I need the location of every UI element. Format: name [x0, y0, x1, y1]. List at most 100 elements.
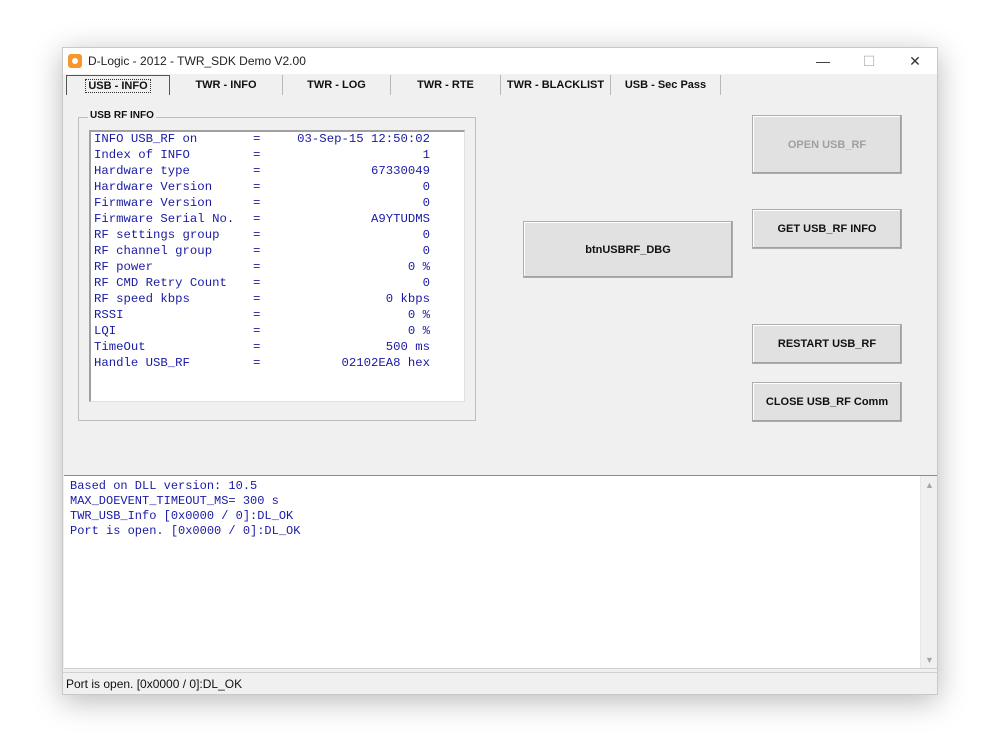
info-label: Hardware Version	[94, 180, 213, 194]
minimize-button[interactable]: —	[800, 48, 846, 74]
status-bar: Port is open. [0x0000 / 0]:DL_OK	[63, 672, 937, 694]
info-label: TimeOut	[94, 340, 146, 354]
info-equals: =	[253, 212, 261, 226]
log-line: Based on DLL version: 10.5	[70, 479, 258, 493]
info-equals: =	[253, 308, 261, 322]
info-value: 0	[422, 196, 430, 210]
status-text: Port is open. [0x0000 / 0]:DL_OK	[66, 677, 243, 691]
tab-label: TWR - BLACKLIST	[506, 79, 605, 91]
info-value: 0	[422, 276, 430, 290]
info-equals: =	[253, 260, 261, 274]
tab-twr-info[interactable]: TWR - INFO	[170, 75, 283, 95]
info-equals: =	[253, 148, 261, 162]
info-row: RSSI = 0 %	[94, 308, 430, 324]
info-row: Index of INFO = 1	[94, 148, 430, 164]
info-label: RF speed kbps	[94, 292, 190, 306]
log-scrollbar[interactable]: ▲ ▼	[920, 476, 937, 668]
info-label: RF channel group	[94, 244, 213, 258]
close-usb-rf-comm-button[interactable]: CLOSE USB_RF Comm	[752, 382, 902, 422]
info-value: 0	[422, 228, 430, 242]
info-equals: =	[253, 132, 261, 146]
info-row: Handle USB_RF = 02102EA8 hex	[94, 356, 430, 372]
info-row: Hardware Version = 0	[94, 180, 430, 196]
info-equals: =	[253, 324, 261, 338]
scroll-down-icon[interactable]: ▼	[921, 651, 938, 668]
tab-twr-log[interactable]: TWR - LOG	[283, 75, 391, 95]
info-equals: =	[253, 340, 261, 354]
info-row: LQI = 0 %	[94, 324, 430, 340]
window-title: D-Logic - 2012 - TWR_SDK Demo V2.00	[88, 54, 306, 68]
tab-label: USB - INFO	[85, 78, 151, 93]
tab-usb-info[interactable]: USB - INFO	[66, 75, 170, 95]
info-value: 500 ms	[385, 340, 430, 354]
log-line: TWR_USB_Info [0x0000 / 0]:DL_OK	[70, 509, 294, 523]
info-row: Firmware Serial No. = A9YTUDMS	[94, 212, 430, 228]
tab-twr-blacklist[interactable]: TWR - BLACKLIST	[501, 75, 611, 95]
info-equals: =	[253, 180, 261, 194]
close-icon: ✕	[909, 52, 921, 69]
info-equals: =	[253, 196, 261, 210]
info-row: Hardware type = 67330049	[94, 164, 430, 180]
tab-label: TWR - LOG	[307, 79, 366, 91]
info-equals: =	[253, 244, 261, 258]
info-row: TimeOut = 500 ms	[94, 340, 430, 356]
info-value: 03-Sep-15 12:50:02	[297, 132, 430, 146]
info-label: RSSI	[94, 308, 124, 322]
log-line: MAX_DOEVENT_TIMEOUT_MS= 300 s	[70, 494, 279, 508]
info-value: 1	[422, 148, 430, 162]
info-label: LQI	[94, 324, 117, 338]
tab-label: USB - Sec Pass	[624, 79, 707, 91]
app-window: D-Logic - 2012 - TWR_SDK Demo V2.00 — ☐ …	[62, 47, 938, 695]
info-equals: =	[253, 228, 261, 242]
info-value: 02102EA8 hex	[341, 356, 430, 370]
info-value: 0	[422, 180, 430, 194]
log-line: Port is open. [0x0000 / 0]:DL_OK	[70, 524, 301, 538]
info-label: Index of INFO	[94, 148, 190, 162]
info-label: INFO USB_RF on	[94, 132, 198, 146]
maximize-button[interactable]: ☐	[846, 48, 892, 74]
info-value: 0 %	[407, 324, 430, 338]
info-label: Firmware Version	[94, 196, 213, 210]
log-textbox[interactable]: Based on DLL version: 10.5 MAX_DOEVENT_T…	[64, 475, 937, 669]
open-usb-rf-button[interactable]: OPEN USB_RF	[752, 115, 902, 174]
minimize-icon: —	[816, 53, 830, 69]
info-row: RF power = 0 %	[94, 260, 430, 276]
info-label: Hardware type	[94, 164, 190, 178]
info-row: INFO USB_RF on = 03-Sep-15 12:50:02	[94, 132, 430, 148]
info-equals: =	[253, 164, 261, 178]
maximize-icon: ☐	[862, 52, 876, 69]
scroll-up-icon[interactable]: ▲	[921, 476, 938, 493]
info-value: 0 kbps	[385, 292, 430, 306]
info-value: A9YTUDMS	[370, 212, 430, 226]
info-row: RF CMD Retry Count = 0	[94, 276, 430, 292]
tab-label: TWR - RTE	[417, 79, 474, 91]
usb-rf-info-group: USB RF INFO INFO USB_RF on = 03-Sep-15 12:…	[78, 110, 476, 421]
group-label: USB RF INFO	[88, 110, 156, 121]
info-value: 0	[422, 244, 430, 258]
info-row: Firmware Version = 0	[94, 196, 430, 212]
title-bar: D-Logic - 2012 - TWR_SDK Demo V2.00 — ☐ …	[63, 48, 937, 74]
info-label: Firmware Serial No.	[94, 212, 235, 226]
tab-label: TWR - INFO	[195, 79, 257, 91]
info-row: RF channel group = 0	[94, 244, 430, 260]
info-equals: =	[253, 356, 261, 370]
tab-usb-sec-pass[interactable]: USB - Sec Pass	[611, 75, 721, 95]
debug-button[interactable]: btnUSBRF_DBG	[523, 221, 733, 278]
get-usb-rf-info-button[interactable]: GET USB_RF INFO	[752, 209, 902, 249]
info-label: RF CMD Retry Count	[94, 276, 227, 290]
info-equals: =	[253, 276, 261, 290]
usb-rf-info-list[interactable]: INFO USB_RF on = 03-Sep-15 12:50:02 Index …	[89, 130, 465, 402]
close-button[interactable]: ✕	[892, 48, 938, 74]
app-icon	[68, 54, 82, 68]
info-equals: =	[253, 292, 261, 306]
info-label: RF settings group	[94, 228, 220, 242]
info-label: Handle USB_RF	[94, 356, 190, 370]
restart-usb-rf-button[interactable]: RESTART USB_RF	[752, 324, 902, 364]
info-value: 0 %	[407, 308, 430, 322]
tab-bar: USB - INFO TWR - INFO TWR - LOG TWR - RT…	[66, 75, 726, 96]
tab-twr-rte[interactable]: TWR - RTE	[391, 75, 501, 95]
info-value: 67330049	[370, 164, 430, 178]
info-value: 0 %	[407, 260, 430, 274]
info-row: RF settings group = 0	[94, 228, 430, 244]
info-row: RF speed kbps = 0 kbps	[94, 292, 430, 308]
